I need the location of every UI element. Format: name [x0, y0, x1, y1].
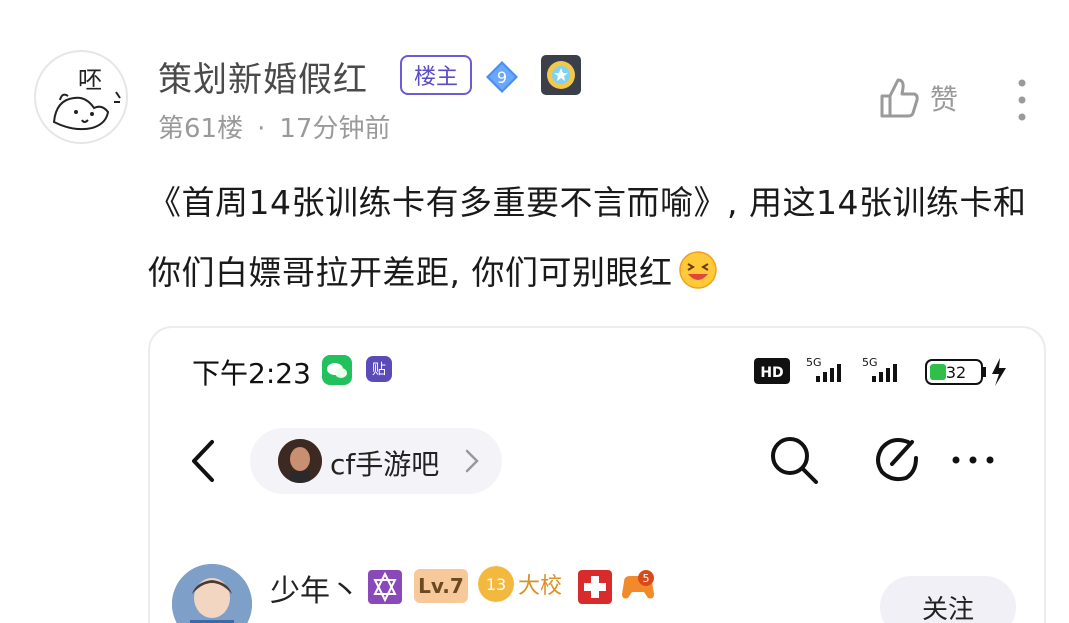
rank-gem-icon: 13	[478, 566, 514, 602]
forum-pill[interactable]: cf手游吧	[250, 428, 502, 494]
tieba-icon: 贴	[366, 356, 392, 382]
forum-avatar-image	[278, 439, 322, 483]
gamepad-badge-icon: 5	[622, 570, 654, 599]
svg-text:HD: HD	[760, 365, 783, 381]
username[interactable]: 策划新婚假红	[158, 52, 368, 101]
battery-level: 32	[946, 363, 966, 382]
post-content: 《首周14张训练卡有多重要不言而喻》, 用这14张训练卡和你们白嫖哥拉开差距, …	[148, 168, 1028, 308]
status-bar-icons: HD 5G 5G 32	[754, 356, 1006, 386]
chevron-right-icon	[465, 449, 479, 473]
rank-label: 大校	[518, 574, 563, 599]
floor-number: 第61楼	[158, 114, 244, 144]
svg-text:5G: 5G	[806, 356, 822, 369]
laugh-emoji-icon	[679, 251, 718, 289]
search-icon[interactable]	[768, 434, 820, 486]
forum-avatar	[278, 439, 322, 483]
meta-separator: ·	[257, 114, 266, 144]
cross-badge-icon	[578, 570, 612, 604]
more-horizontal-icon[interactable]	[950, 448, 996, 472]
game-badge-number: 5	[643, 572, 650, 585]
level-diamond-icon: 9	[486, 61, 518, 93]
signal-5g-icon: 5G 5G	[806, 356, 897, 382]
status-time: 下午2:23	[192, 357, 311, 390]
user-avatar[interactable]: 呸	[34, 50, 128, 144]
like-button[interactable]: 赞	[878, 76, 958, 120]
follow-button[interactable]: 关注	[880, 576, 1016, 623]
post-meta: 第61楼 · 17分钟前	[158, 108, 390, 145]
forum-name: cf手游吧	[330, 448, 440, 481]
reply-username[interactable]: 少年丶	[270, 566, 360, 610]
avatar-text: 呸	[78, 66, 102, 94]
edit-icon[interactable]	[872, 434, 922, 484]
embedded-screenshot[interactable]: 下午2:23 贴 HD 5G 5G 32 cf手游吧 少年丶 Lv.7 13 大…	[148, 326, 1046, 623]
post-time: 17分钟前	[279, 114, 391, 144]
wechat-icon	[322, 355, 352, 385]
owner-badge: 楼主	[400, 55, 472, 95]
star-badge-icon	[368, 570, 402, 604]
post-text: 《首周14张训练卡有多重要不言而喻》, 用这14张训练卡和你们白嫖哥拉开差距, …	[148, 183, 1027, 292]
medal-icon	[541, 55, 581, 95]
hd-icon: HD	[754, 358, 790, 384]
level-badge: Lv.7	[414, 569, 468, 603]
level-number: 9	[497, 68, 507, 87]
thumbs-up-icon	[880, 78, 919, 118]
charging-icon	[992, 358, 1006, 386]
rank-badge: 13 大校	[478, 566, 562, 602]
like-label: 赞	[930, 83, 959, 116]
more-vertical-icon[interactable]	[1012, 78, 1032, 122]
svg-text:5G: 5G	[862, 356, 878, 369]
reply-avatar[interactable]	[172, 564, 252, 623]
battery-icon: 32	[925, 359, 986, 385]
back-icon[interactable]	[188, 436, 218, 486]
reply-avatar-image	[172, 564, 252, 623]
